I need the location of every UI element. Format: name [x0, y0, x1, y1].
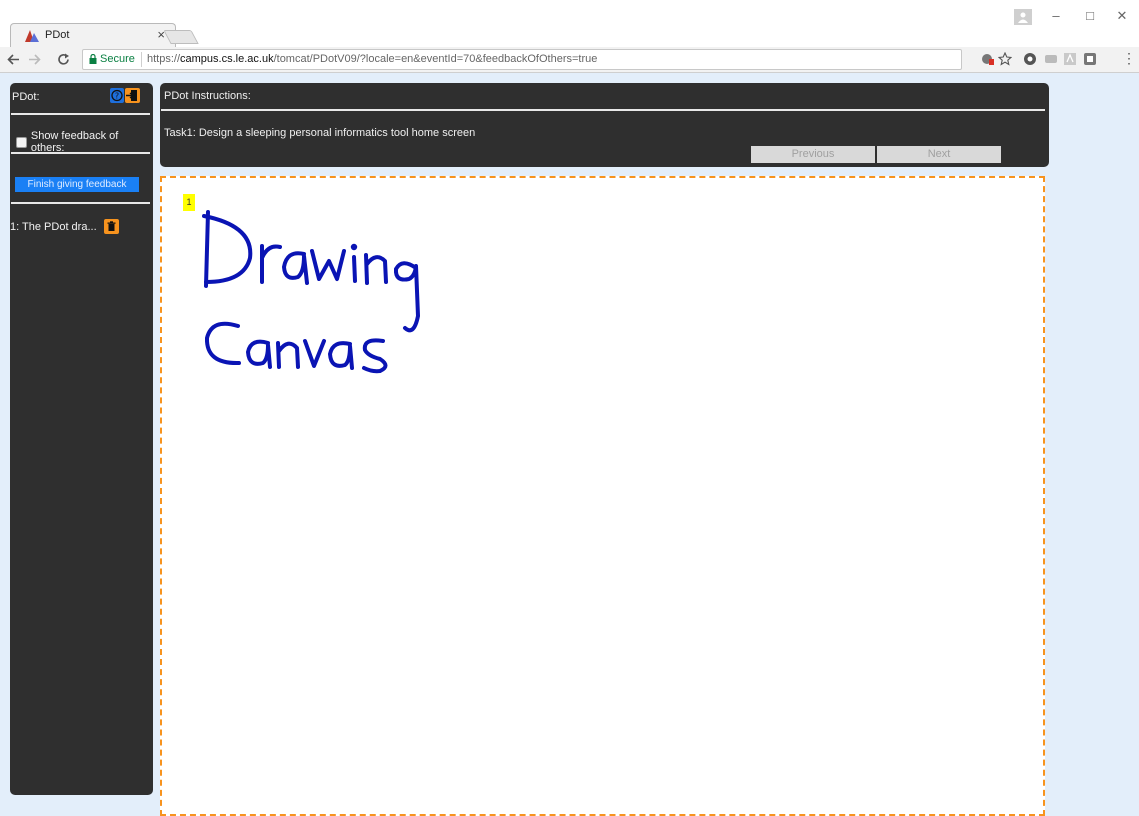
browser-toolbar: Secure https://campus.cs.le.ac.uk/tomcat…	[0, 47, 1139, 73]
pdf-extension-icon[interactable]	[1063, 52, 1077, 66]
lock-icon	[89, 54, 97, 64]
exit-icon[interactable]	[125, 88, 140, 103]
sidebar-title: PDot:	[12, 91, 40, 103]
chrome-menu-icon[interactable]: ⋮	[1122, 50, 1136, 67]
trash-icon[interactable]	[103, 219, 119, 234]
drawing-list-item[interactable]: 1: The PDot dra...	[10, 219, 119, 234]
browser-tab[interactable]: PDot ×	[10, 23, 176, 47]
handwriting-drawing	[202, 210, 420, 374]
pdot-favicon-icon	[25, 30, 39, 42]
sidebar-divider	[11, 202, 150, 204]
secure-label: Secure	[100, 53, 135, 65]
bookmark-star-icon[interactable]	[998, 52, 1012, 66]
finish-feedback-button[interactable]: Finish giving feedback	[15, 177, 139, 192]
maximize-button[interactable]: □	[1076, 8, 1104, 28]
help-icon[interactable]: ?	[110, 88, 124, 103]
task-description: Task1: Design a sleeping personal inform…	[164, 127, 476, 139]
drawing-item-label: 1: The PDot dra...	[10, 220, 97, 233]
sidebar-divider	[11, 152, 150, 154]
drawing-canvas[interactable]: 1	[160, 176, 1045, 816]
url-separator	[141, 52, 142, 67]
browser-title-bar: PDot × – □ ✕	[0, 0, 1139, 47]
extension-card-icon[interactable]	[1044, 52, 1058, 66]
url-text: https://campus.cs.le.ac.uk/tomcat/PDotV0…	[147, 53, 598, 65]
user-profile-icon[interactable]	[1014, 9, 1032, 25]
blocked-popup-icon[interactable]	[981, 52, 995, 66]
instructions-divider	[161, 109, 1045, 111]
extension-eye-icon[interactable]	[1023, 52, 1037, 66]
instructions-title: PDot Instructions:	[164, 90, 251, 102]
show-feedback-checkbox[interactable]	[16, 136, 27, 148]
back-arrow-icon[interactable]	[7, 54, 20, 65]
tab-title: PDot	[45, 29, 70, 41]
extension-box-icon[interactable]	[1083, 52, 1097, 66]
reload-icon[interactable]	[57, 53, 70, 66]
show-feedback-toggle[interactable]: Show feedback of others:	[16, 130, 153, 154]
sidebar-divider	[11, 113, 150, 115]
forward-arrow-icon[interactable]	[28, 54, 41, 65]
previous-button[interactable]: Previous	[751, 146, 875, 163]
next-button[interactable]: Next	[877, 146, 1001, 163]
svg-text:?: ?	[115, 92, 119, 101]
show-feedback-label: Show feedback of others:	[30, 130, 119, 154]
minimize-button[interactable]: –	[1042, 8, 1070, 28]
address-bar[interactable]: Secure https://campus.cs.le.ac.uk/tomcat…	[82, 49, 962, 70]
instructions-panel: PDot Instructions: Task1: Design a sleep…	[160, 83, 1049, 167]
close-window-button[interactable]: ✕	[1108, 8, 1136, 28]
pdot-sidebar: PDot: ? Show feedback of others: Finish …	[10, 83, 153, 795]
